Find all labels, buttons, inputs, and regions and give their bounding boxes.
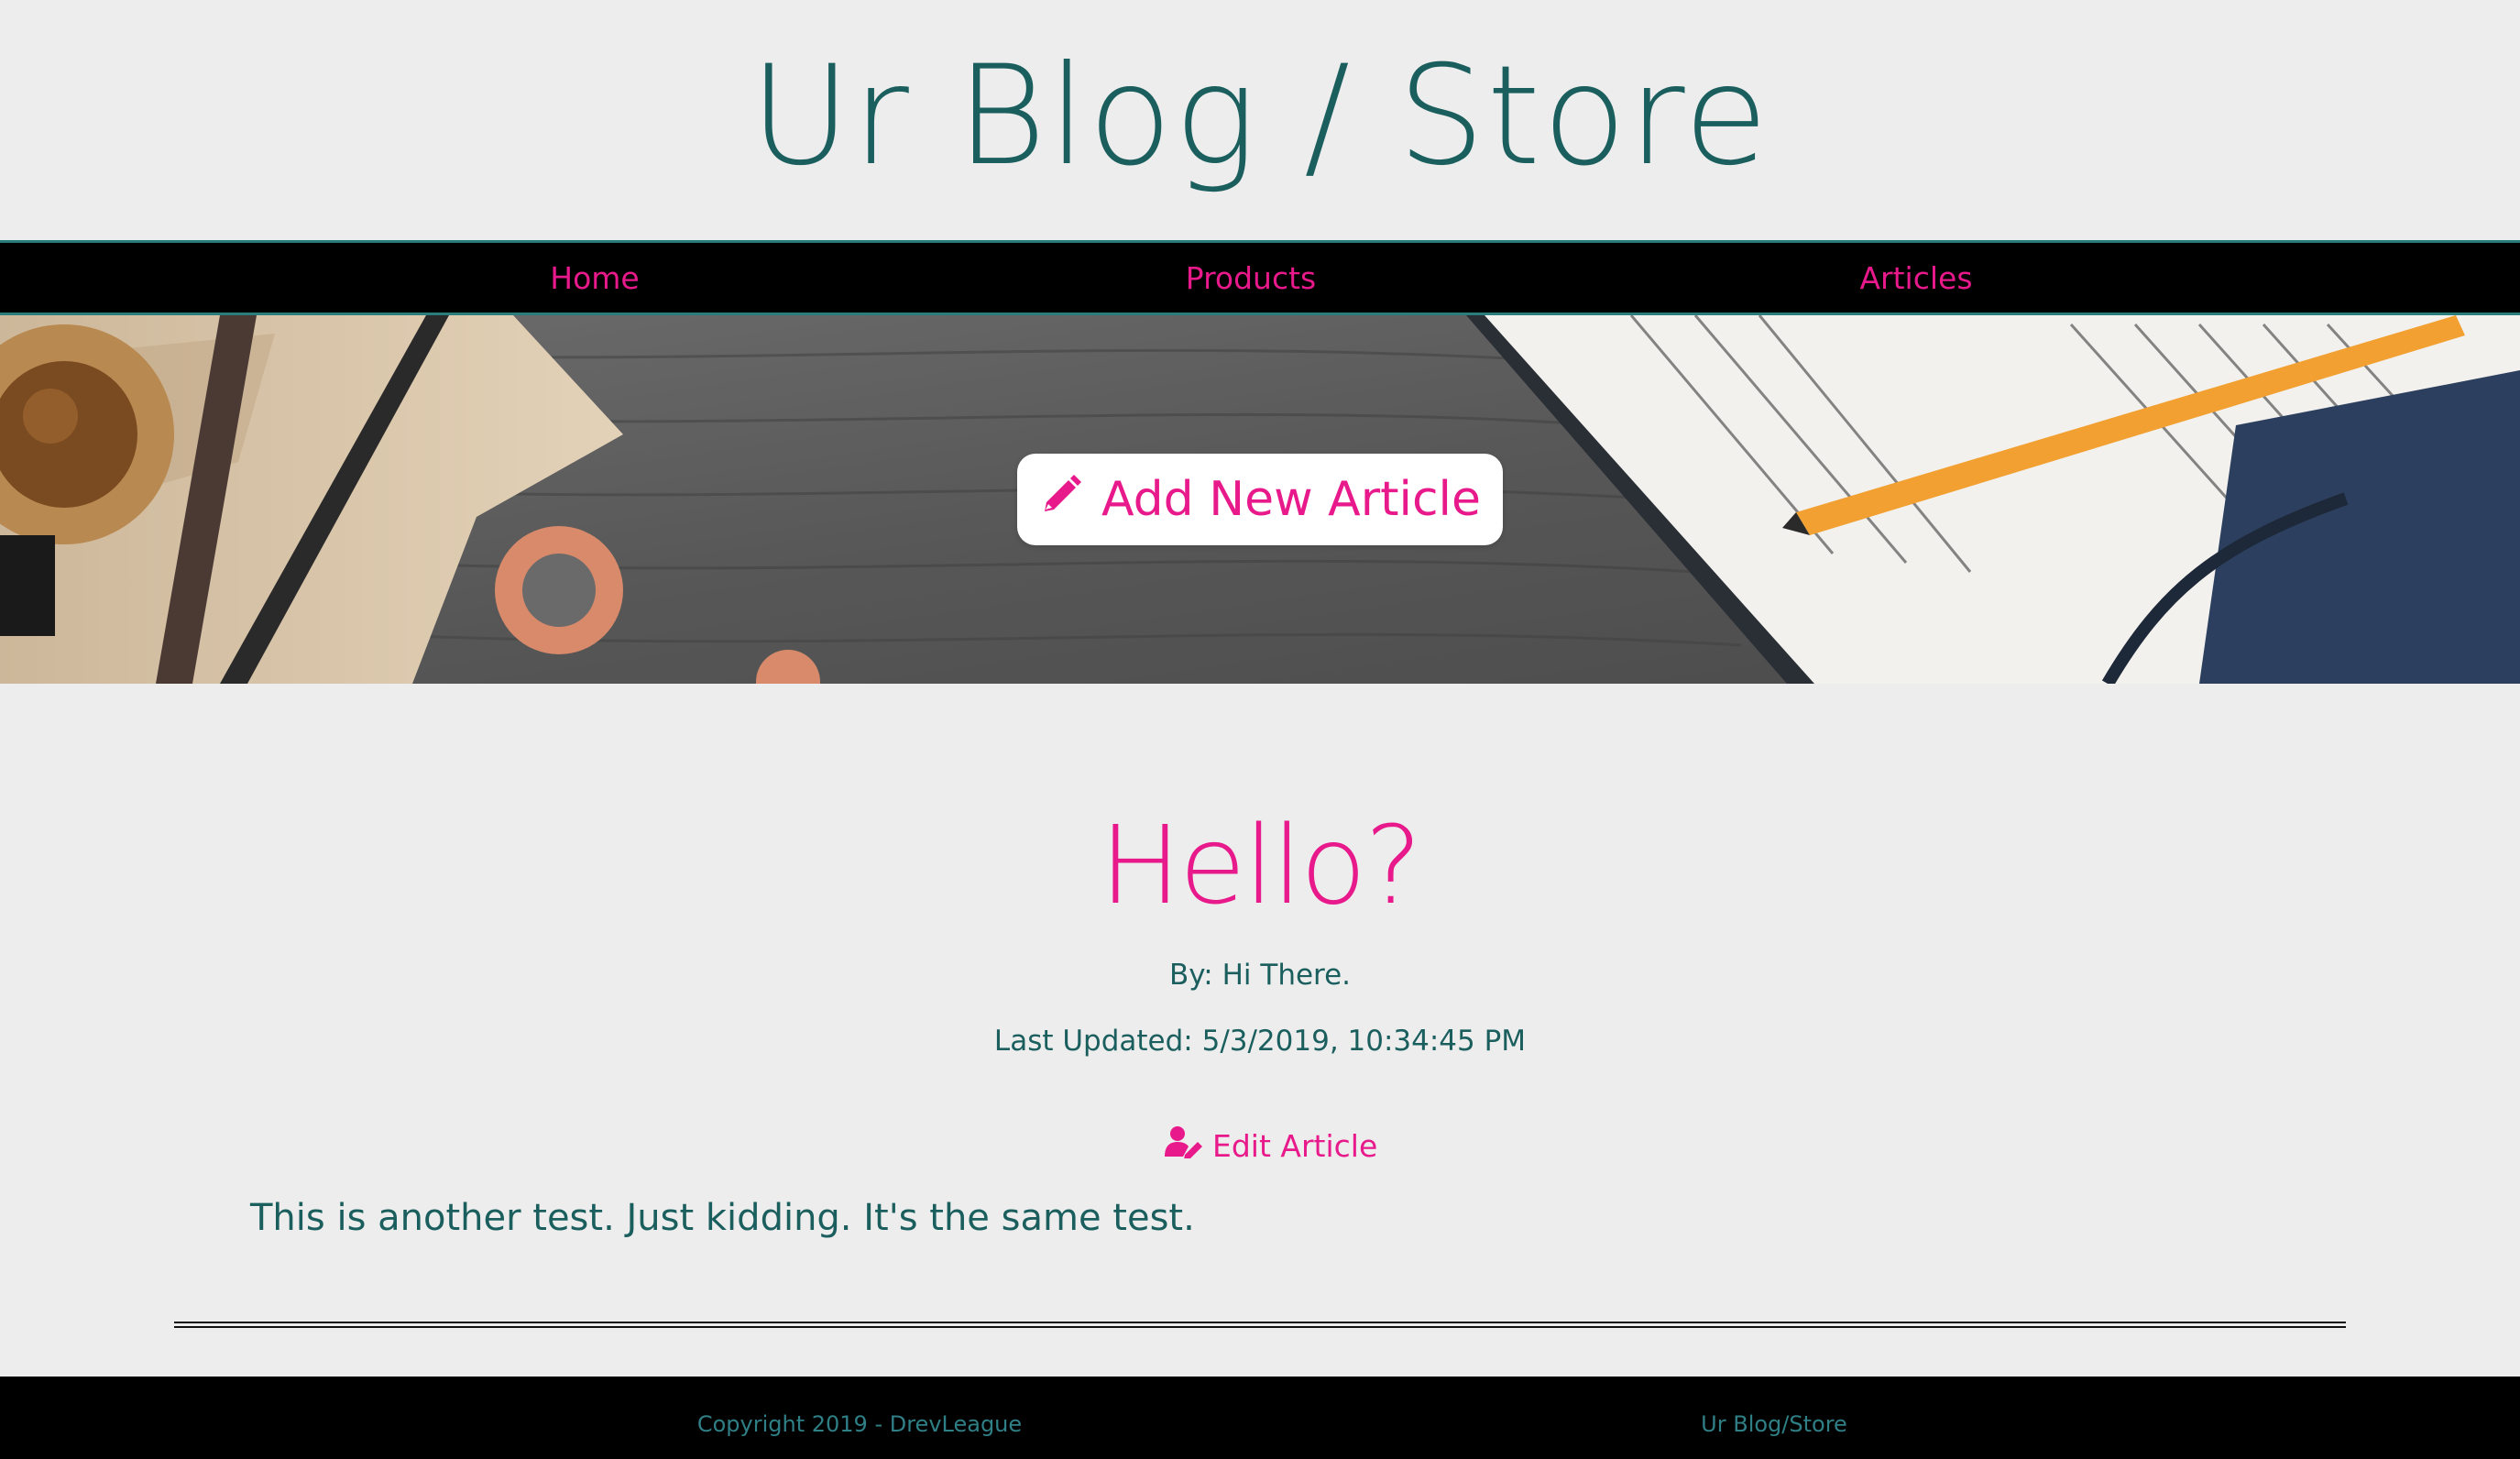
site-footer: Copyright 2019 - DrevLeague Ur Blog/Stor…	[0, 1377, 2520, 1459]
article-title: Hello?	[1100, 802, 1422, 928]
article-body: This is another test. Just kidding. It's…	[250, 1197, 1195, 1239]
site-header: Ur Blog / Store	[0, 0, 2520, 240]
add-new-article-button[interactable]: Add New Article	[1017, 454, 1503, 545]
main-nav: Home Products Articles	[0, 240, 2520, 315]
site-title: Ur Blog / Store	[750, 37, 1770, 196]
article-author: By: Hi There.	[1168, 959, 1352, 992]
edit-article-link[interactable]: Edit Article	[1165, 1125, 1377, 1166]
edit-article-label: Edit Article	[1212, 1127, 1378, 1164]
pencil-icon	[1039, 471, 1085, 529]
add-new-article-label: Add New Article	[1101, 472, 1481, 527]
footer-brand: Ur Blog/Store	[1701, 1411, 1847, 1437]
user-edit-icon	[1165, 1125, 1203, 1166]
content-divider	[174, 1322, 2346, 1328]
footer-copyright: Copyright 2019 - DrevLeague	[696, 1411, 1023, 1437]
nav-home[interactable]: Home	[550, 243, 639, 313]
article-last-updated: Last Updated: 5/3/2019, 10:34:45 PM	[993, 1025, 1527, 1058]
nav-products[interactable]: Products	[1186, 243, 1317, 313]
nav-articles[interactable]: Articles	[1859, 243, 1972, 313]
